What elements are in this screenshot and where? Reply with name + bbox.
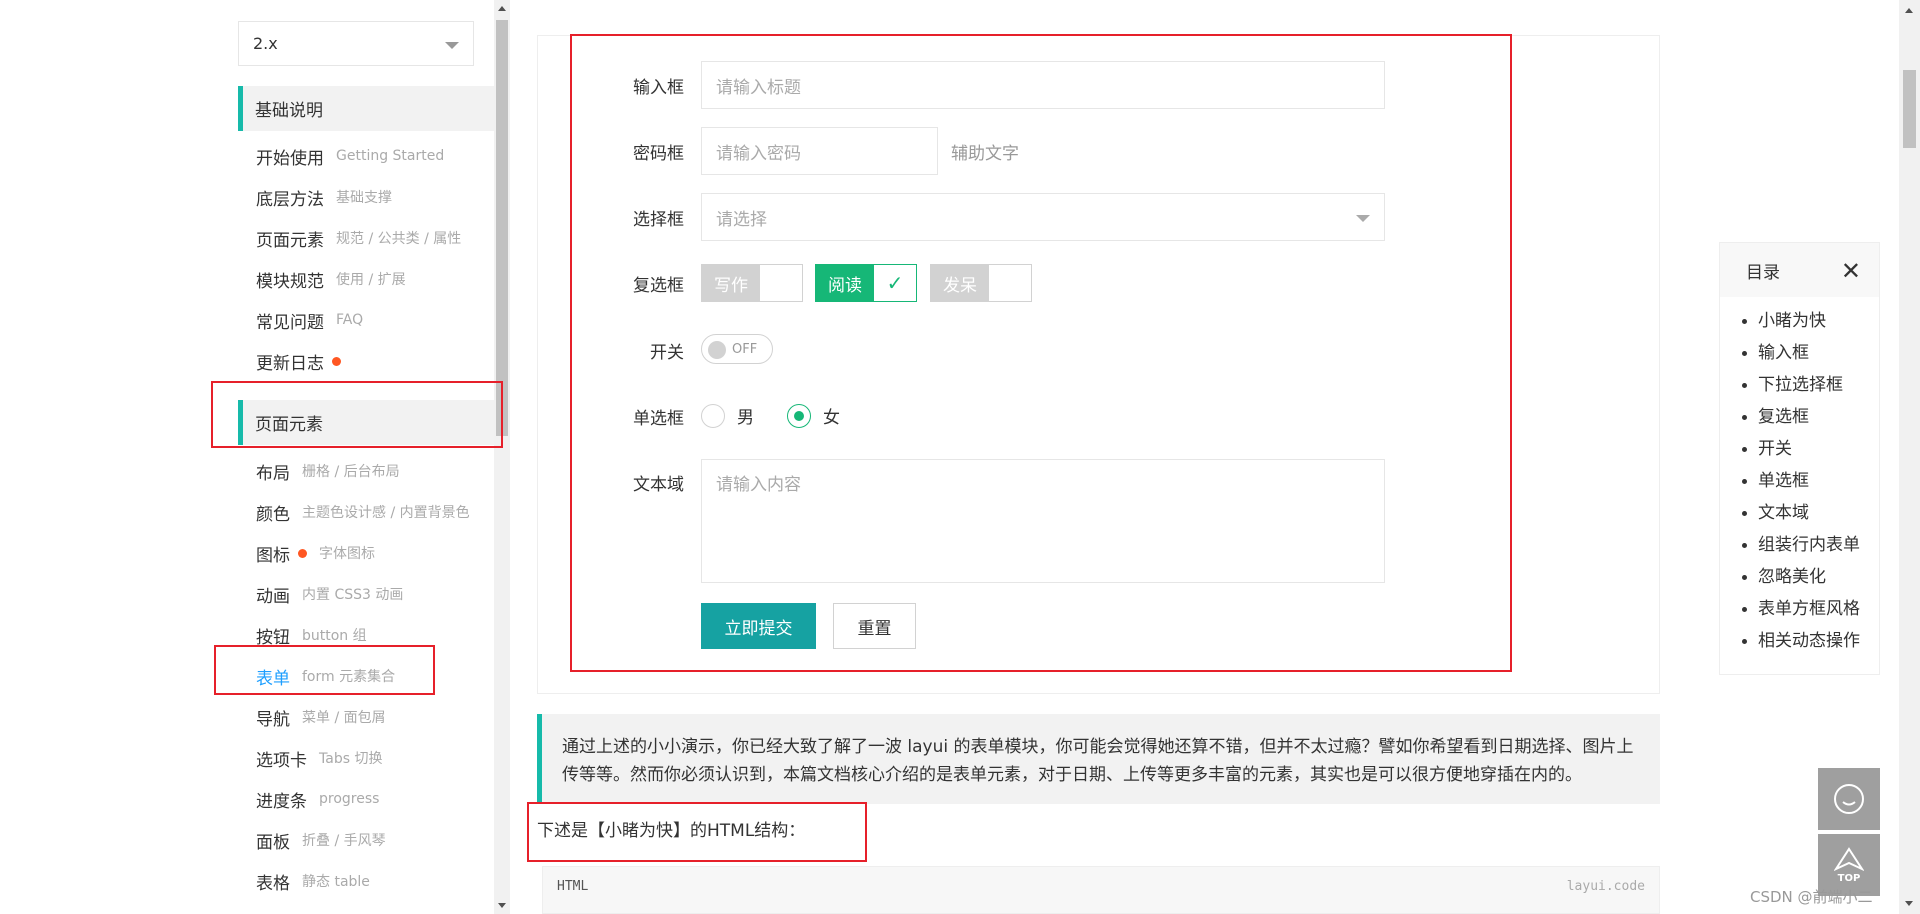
- nav-item-tabs[interactable]: 选项卡 Tabs 切换: [256, 743, 382, 773]
- section-elements[interactable]: 页面元素: [238, 400, 494, 445]
- textarea-label: 文本域: [633, 475, 684, 495]
- section-basics-title: 基础说明: [255, 101, 323, 121]
- reset-button[interactable]: 重置: [833, 603, 916, 649]
- toc-item[interactable]: 忽略美化: [1740, 565, 1879, 597]
- code-brand: layui.code: [1566, 879, 1645, 894]
- sidebar: 2.x 基础说明 开始使用 Getting Started 底层方法 基础支撑 页面…: [226, 0, 510, 914]
- toc-item[interactable]: 输入框: [1740, 341, 1879, 373]
- scroll-down-icon[interactable]: [1905, 901, 1913, 906]
- scroll-up-icon[interactable]: [1905, 8, 1913, 13]
- input-label: 输入框: [633, 78, 684, 98]
- nav-item-faq[interactable]: 常见问题 FAQ: [256, 305, 363, 335]
- close-icon[interactable]: ✕: [1841, 257, 1861, 285]
- switch-knob: [708, 341, 726, 359]
- nav-item-modules[interactable]: 模块规范 使用 / 扩展: [256, 264, 406, 294]
- code-language: HTML: [557, 879, 589, 894]
- section-elements-title: 页面元素: [255, 415, 323, 435]
- chat-icon: [1834, 784, 1864, 814]
- version-value: 2.x: [253, 34, 278, 53]
- nav-item-panel[interactable]: 面板 折叠 / 手风琴: [256, 825, 386, 855]
- nav-item-nav[interactable]: 导航 菜单 / 面包屑: [256, 702, 386, 732]
- info-quote: 通过上述的小小演示，你已经大致了解了一波 layui 的表单模块，你可能会觉得她…: [537, 714, 1660, 804]
- new-badge-dot: [298, 548, 307, 558]
- switch-state-text: OFF: [732, 341, 758, 357]
- radio-circle: [787, 403, 811, 428]
- section-basics[interactable]: 基础说明: [238, 86, 494, 131]
- page-scroll-thumb[interactable]: [1903, 70, 1916, 148]
- nav-item-changelog[interactable]: 更新日志: [256, 346, 341, 376]
- code-block-header: HTML layui.code: [542, 866, 1660, 914]
- chevron-down-icon: [445, 42, 459, 49]
- switch-label: 开关: [650, 343, 684, 363]
- toc-item[interactable]: 下拉选择框: [1740, 373, 1879, 405]
- toc-item[interactable]: 文本域: [1740, 501, 1879, 533]
- toc-item[interactable]: 小睹为快: [1740, 309, 1879, 341]
- nav-item-color[interactable]: 颜色 主题色设计感 / 内置背景色: [256, 497, 470, 527]
- password-aux-text: 辅助文字: [951, 144, 1019, 164]
- checkbox-label: 复选框: [633, 276, 684, 296]
- radio-female[interactable]: 女: [787, 403, 840, 428]
- password-input[interactable]: 请输入密码: [701, 127, 938, 175]
- toc-item[interactable]: 单选框: [1740, 469, 1879, 501]
- nav-item-layout[interactable]: 布局 栅格 / 后台布局: [256, 456, 400, 486]
- sidebar-scroll-thumb[interactable]: [496, 20, 508, 436]
- scroll-up-icon[interactable]: [498, 6, 506, 11]
- chat-button[interactable]: [1818, 768, 1880, 830]
- nav-item-getting-started[interactable]: 开始使用 Getting Started: [256, 141, 444, 171]
- select-placeholder: 请选择: [716, 209, 767, 230]
- nav-item-button[interactable]: 按钮 button 组: [256, 620, 367, 650]
- nav-item-base[interactable]: 底层方法 基础支撑: [256, 182, 392, 212]
- scroll-down-icon[interactable]: [498, 903, 506, 908]
- arrow-up-icon: [1834, 846, 1864, 871]
- radio-circle: [701, 403, 725, 428]
- version-select[interactable]: 2.x: [238, 21, 474, 66]
- title-input[interactable]: 请输入标题: [701, 61, 1385, 109]
- check-icon: ✓: [886, 271, 904, 295]
- page-scrollbar[interactable]: [1899, 0, 1920, 914]
- select-label: 选择框: [633, 210, 684, 230]
- toc-item[interactable]: 复选框: [1740, 405, 1879, 437]
- toc-title: 目录: [1746, 262, 1780, 283]
- nav-item-icon[interactable]: 图标 字体图标: [256, 538, 375, 568]
- content-textarea[interactable]: 请输入内容: [701, 459, 1385, 583]
- toc-list: 小睹为快 输入框 下拉选择框 复选框 开关 单选框 文本域 组装行内表单 忽略美…: [1720, 297, 1879, 661]
- radio-label: 单选框: [633, 409, 684, 429]
- password-label: 密码框: [633, 144, 684, 164]
- toc-header: 目录 ✕: [1720, 243, 1879, 297]
- csdn-watermark: CSDN @前端小二: [1750, 888, 1873, 906]
- nav-item-anim[interactable]: 动画 内置 CSS3 动画: [256, 579, 403, 609]
- sidebar-scrollbar[interactable]: [494, 0, 510, 914]
- toc-panel: 目录 ✕ 小睹为快 输入框 下拉选择框 复选框 开关 单选框 文本域 组装行内表…: [1719, 242, 1880, 675]
- submit-button[interactable]: 立即提交: [701, 603, 816, 649]
- new-badge-dot: [332, 356, 341, 366]
- toggle-switch[interactable]: OFF: [701, 334, 773, 364]
- top-label: TOP: [1837, 872, 1861, 884]
- chevron-down-icon: [1356, 215, 1370, 222]
- toc-item[interactable]: 开关: [1740, 437, 1879, 469]
- nav-item-table[interactable]: 表格 静态 table: [256, 866, 370, 896]
- nav-item-form[interactable]: 表单 form 元素集合: [256, 661, 395, 691]
- html-structure-heading: 下述是【小睹为快】的HTML结构：: [537, 821, 806, 841]
- toc-item[interactable]: 组装行内表单: [1740, 533, 1879, 565]
- nav-item-page-elements-spec[interactable]: 页面元素 规范 / 公共类 / 属性: [256, 223, 461, 253]
- checkbox-write[interactable]: 写作: [701, 264, 803, 302]
- toc-item[interactable]: 表单方框风格: [1740, 597, 1879, 629]
- select-input[interactable]: 请选择: [701, 193, 1385, 241]
- checkbox-daze[interactable]: 发呆: [930, 264, 1032, 302]
- toc-item[interactable]: 相关动态操作: [1740, 629, 1879, 661]
- radio-male[interactable]: 男: [701, 403, 754, 428]
- checkbox-read[interactable]: 阅读 ✓: [815, 264, 917, 302]
- nav-item-progress[interactable]: 进度条 progress: [256, 784, 379, 814]
